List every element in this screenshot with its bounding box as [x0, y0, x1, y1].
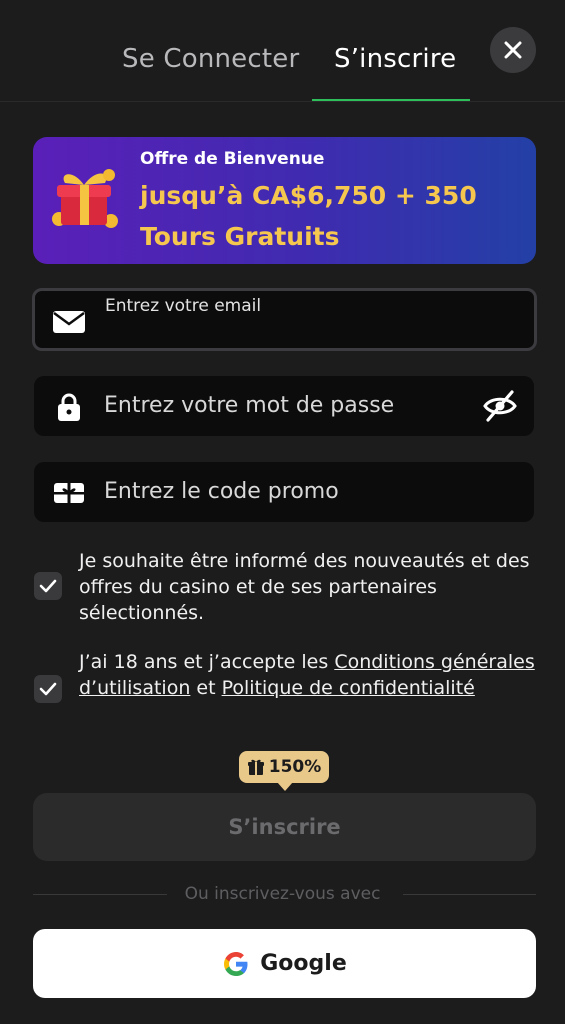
lock-icon — [52, 393, 86, 421]
promo-code-field[interactable]: Entrez le code promo — [34, 462, 534, 522]
terms-consent-checkbox[interactable] — [34, 675, 62, 703]
register-submit-button[interactable]: S’inscrire — [33, 793, 536, 861]
tab-register[interactable]: S’inscrire — [334, 44, 456, 74]
google-icon — [224, 951, 248, 976]
promo-placeholder: Entrez le code promo — [104, 479, 339, 504]
google-label: Google — [260, 951, 347, 976]
auth-tabs: Se Connecter S’inscrire — [0, 0, 565, 102]
divider-line-right — [403, 894, 536, 895]
eye-off-icon[interactable] — [482, 389, 518, 423]
password-field[interactable]: Entrez votre mot de passe — [34, 376, 534, 436]
email-field[interactable]: Entrez votre email — [32, 288, 537, 351]
google-signup-button[interactable]: Google — [33, 929, 536, 998]
banner-offer-line1: jusqu’à CA$6,750 + 350 — [140, 181, 477, 210]
envelope-icon — [52, 308, 86, 336]
password-placeholder: Entrez votre mot de passe — [104, 393, 395, 418]
close-icon — [504, 41, 522, 59]
gift-icon — [247, 759, 264, 775]
checkmark-icon — [39, 682, 57, 696]
banner-title: Offre de Bienvenue — [140, 149, 325, 169]
welcome-offer-banner[interactable]: Offre de Bienvenue jusqu’à CA$6,750 + 35… — [33, 137, 536, 264]
terms-joiner: et — [190, 677, 222, 699]
marketing-consent-text: Je souhaite être informé des nouveautés … — [79, 550, 530, 624]
active-tab-indicator — [312, 99, 470, 101]
email-label: Entrez votre email — [105, 296, 262, 316]
banner-offer: jusqu’à CA$6,750 + 350 Tours Gratuits — [140, 175, 520, 257]
close-button[interactable] — [490, 27, 536, 73]
gift-box-icon — [52, 169, 118, 228]
bonus-badge: 150% — [239, 751, 329, 791]
gift-card-icon — [52, 479, 86, 507]
marketing-consent-checkbox[interactable] — [34, 572, 62, 600]
checkmark-icon — [39, 579, 57, 593]
privacy-link[interactable]: Politique de confidentialité — [222, 677, 475, 699]
terms-consent-text: J’ai 18 ans et j’accepte les Conditions … — [79, 649, 549, 701]
bonus-badge-text: 150% — [268, 757, 322, 777]
tab-login[interactable]: Se Connecter — [122, 44, 299, 74]
banner-offer-line2: Tours Gratuits — [140, 222, 340, 251]
terms-prefix: J’ai 18 ans et j’accepte les — [79, 651, 335, 673]
